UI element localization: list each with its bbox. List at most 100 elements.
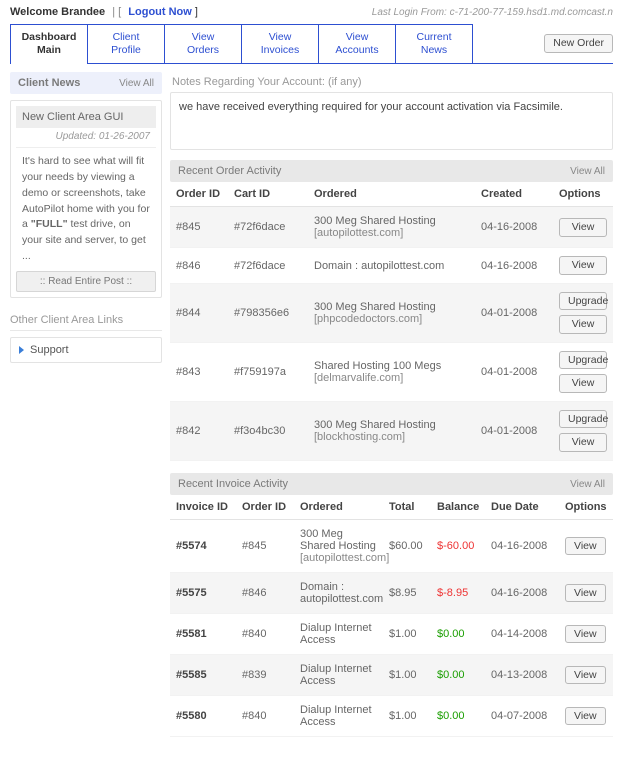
news-body-bold: "FULL" <box>31 218 68 230</box>
cell-order-id: #843 <box>170 342 228 401</box>
table-row: #5585 #839 Dialup Internet Access $1.00 … <box>170 654 613 695</box>
cell-invoice-id: #5574 <box>170 519 236 572</box>
cell-invoice-id: #5580 <box>170 695 236 736</box>
cell-order-id: #845 <box>236 519 294 572</box>
col-balance: Balance <box>431 495 485 520</box>
tab-label-l1: Dashboard <box>21 31 77 44</box>
cell-invoice-id: #5575 <box>170 572 236 613</box>
client-news-title: Client News <box>18 77 80 89</box>
tab-label-l1: Current <box>406 31 462 44</box>
table-row: #5575 #846 Domain : autopilottest.com $8… <box>170 572 613 613</box>
tab-label-l1: View <box>175 31 231 44</box>
cell-order-id: #839 <box>236 654 294 695</box>
upgrade-button[interactable]: Upgrade <box>559 410 607 429</box>
sidebar-item-label: Support <box>30 344 69 356</box>
tab-client-profile[interactable]: Client Profile <box>87 24 165 63</box>
tab-label-l2: Main <box>21 44 77 57</box>
cell-order-id: #844 <box>170 283 228 342</box>
col-cart-id: Cart ID <box>228 182 308 207</box>
news-body: It's hard to see what will fit your need… <box>16 148 156 270</box>
col-order-id: Order ID <box>236 495 294 520</box>
invoices-view-all[interactable]: View All <box>570 479 605 490</box>
col-ordered: Ordered <box>308 182 475 207</box>
cell-due: 04-07-2008 <box>485 695 559 736</box>
invoices-title: Recent Invoice Activity <box>178 478 288 490</box>
cell-balance: $0.00 <box>431 613 485 654</box>
cell-due: 04-14-2008 <box>485 613 559 654</box>
notes-label: Notes Regarding Your Account: (if any) <box>170 72 613 92</box>
cell-created: 04-01-2008 <box>475 283 553 342</box>
view-button[interactable]: View <box>565 625 606 644</box>
tab-label-l1: Client <box>98 31 154 44</box>
orders-title: Recent Order Activity <box>178 165 281 177</box>
view-button[interactable]: View <box>559 218 607 237</box>
tab-view-orders[interactable]: View Orders <box>164 24 242 63</box>
cell-due: 04-13-2008 <box>485 654 559 695</box>
table-row: #843 #f759197a Shared Hosting 100 Megs[d… <box>170 342 613 401</box>
recent-invoices-header: Recent Invoice Activity View All <box>170 473 613 495</box>
read-entire-post-button[interactable]: :: Read Entire Post :: <box>16 271 156 292</box>
cell-total: $1.00 <box>383 654 431 695</box>
tab-view-accounts[interactable]: View Accounts <box>318 24 396 63</box>
recent-orders-header: Recent Order Activity View All <box>170 160 613 182</box>
cell-cart-id: #72f6dace <box>228 207 308 248</box>
cell-created: 04-16-2008 <box>475 207 553 248</box>
view-button[interactable]: View <box>565 537 606 556</box>
table-row: #5574 #845 300 Meg Shared Hosting[autopi… <box>170 519 613 572</box>
view-button[interactable]: View <box>565 584 606 603</box>
welcome-text: Welcome Brandee | [ Logout Now ] <box>10 6 198 18</box>
sidebar-item-support[interactable]: Support <box>10 337 162 363</box>
cell-cart-id: #798356e6 <box>228 283 308 342</box>
top-bar: Welcome Brandee | [ Logout Now ] Last Lo… <box>10 6 613 18</box>
upgrade-button[interactable]: Upgrade <box>559 351 607 370</box>
cell-ordered: Dialup Internet Access <box>294 654 383 695</box>
orders-view-all[interactable]: View All <box>570 166 605 177</box>
tab-view-invoices[interactable]: View Invoices <box>241 24 319 63</box>
news-box: New Client Area GUI Updated: 01-26-2007 … <box>10 100 162 297</box>
col-created: Created <box>475 182 553 207</box>
cell-balance: $0.00 <box>431 654 485 695</box>
client-news-header: Client News View All <box>10 72 162 94</box>
logout-link[interactable]: Logout Now <box>128 6 192 18</box>
cell-total: $60.00 <box>383 519 431 572</box>
new-order-button[interactable]: New Order <box>544 34 613 53</box>
tab-dashboard-main[interactable]: Dashboard Main <box>10 24 88 63</box>
cell-ordered: 300 Meg Shared Hosting[blockhosting.com] <box>308 401 475 460</box>
cell-due: 04-16-2008 <box>485 572 559 613</box>
arrow-right-icon <box>19 346 24 354</box>
cell-order-id: #840 <box>236 695 294 736</box>
cell-ordered: 300 Meg Shared Hosting[autopilottest.com… <box>308 207 475 248</box>
logout-label: Logout Now <box>128 6 192 18</box>
cell-ordered: 300 Meg Shared Hosting[phpcodedoctors.co… <box>308 283 475 342</box>
news-post-title: New Client Area GUI <box>16 106 156 128</box>
cell-total: $1.00 <box>383 613 431 654</box>
cell-ordered: Dialup Internet Access <box>294 613 383 654</box>
cell-created: 04-01-2008 <box>475 401 553 460</box>
cell-cart-id: #f759197a <box>228 342 308 401</box>
tabs-bar: Dashboard Main Client Profile View Order… <box>10 24 613 64</box>
view-button[interactable]: View <box>559 374 607 393</box>
table-row: #842 #f3o4bc30 300 Meg Shared Hosting[bl… <box>170 401 613 460</box>
view-button[interactable]: View <box>565 666 606 685</box>
col-total: Total <box>383 495 431 520</box>
client-news-view-all[interactable]: View All <box>119 78 154 89</box>
table-row: #5581 #840 Dialup Internet Access $1.00 … <box>170 613 613 654</box>
cell-invoice-id: #5585 <box>170 654 236 695</box>
table-row: #5580 #840 Dialup Internet Access $1.00 … <box>170 695 613 736</box>
view-button[interactable]: View <box>565 707 606 726</box>
view-button[interactable]: View <box>559 256 607 275</box>
view-button[interactable]: View <box>559 315 607 334</box>
tab-label-l1: View <box>329 31 385 44</box>
cell-created: 04-01-2008 <box>475 342 553 401</box>
tab-label-l2: Profile <box>98 44 154 57</box>
cell-ordered: Domain : autopilottest.com <box>294 572 383 613</box>
table-row: #845 #72f6dace 300 Meg Shared Hosting[au… <box>170 207 613 248</box>
cell-order-id: #842 <box>170 401 228 460</box>
tab-label-l2: Orders <box>175 44 231 57</box>
tab-label-l2: News <box>406 44 462 57</box>
table-row: #844 #798356e6 300 Meg Shared Hosting[ph… <box>170 283 613 342</box>
upgrade-button[interactable]: Upgrade <box>559 292 607 311</box>
tab-current-news[interactable]: Current News <box>395 24 473 63</box>
cell-balance: $-8.95 <box>431 572 485 613</box>
view-button[interactable]: View <box>559 433 607 452</box>
